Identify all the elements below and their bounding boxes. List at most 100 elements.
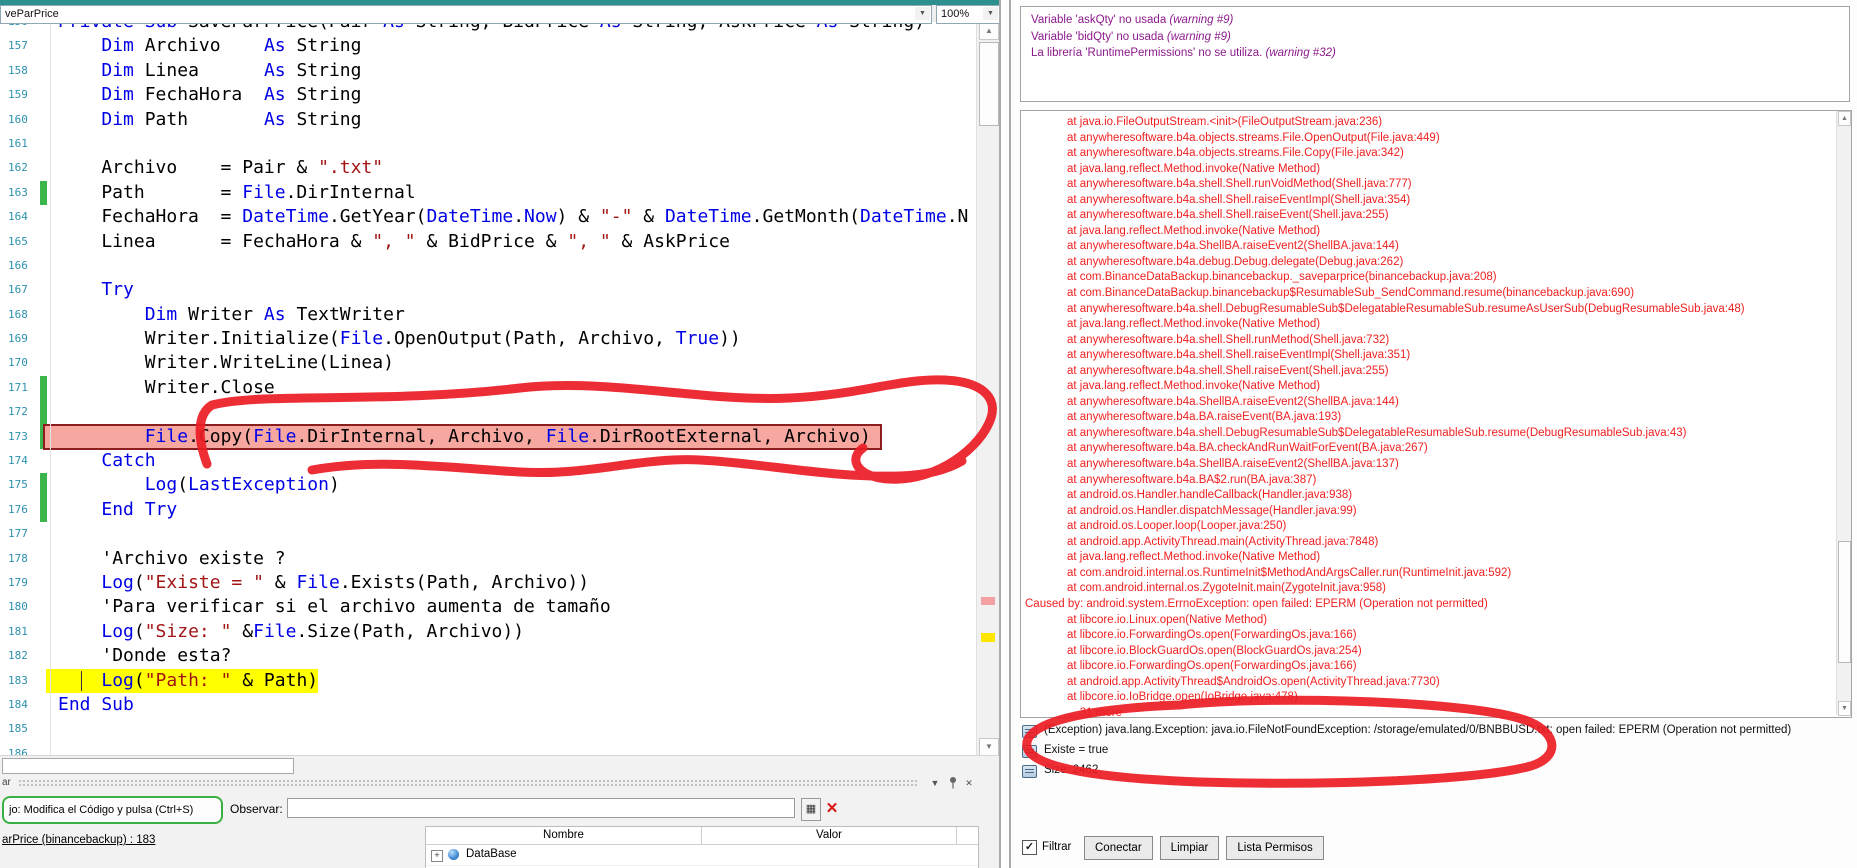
filter-checkbox[interactable]: ✓ bbox=[1022, 840, 1037, 855]
code-line[interactable]: 163 Path = File.DirInternal bbox=[0, 180, 975, 206]
expand-icon[interactable]: + bbox=[431, 850, 443, 862]
stack-trace-line: at anywheresoftware.b4a.BA.raiseEvent(BA… bbox=[1067, 411, 1342, 424]
editor-vertical-scrollbar[interactable]: ▲ ▼ bbox=[976, 22, 999, 755]
warning-number: (warning #9) bbox=[1169, 14, 1234, 26]
code-line[interactable]: 176 End Try bbox=[0, 497, 975, 523]
editor-horizontal-scrollbar[interactable] bbox=[0, 757, 976, 774]
column-header-nombre[interactable]: Nombre bbox=[426, 827, 702, 844]
code-text: Log(LastException) bbox=[144, 474, 340, 496]
log-entry-text: (Exception) java.lang.Exception: java.io… bbox=[1044, 724, 1792, 736]
log-vscroll-thumb[interactable] bbox=[1838, 541, 1851, 663]
code-line[interactable]: 171 Writer.Close bbox=[0, 375, 975, 401]
row-name: DataBase bbox=[466, 848, 517, 860]
stack-trace-line: at com.android.internal.os.RuntimeInit$M… bbox=[1067, 566, 1512, 579]
column-header-valor[interactable]: Valor bbox=[702, 827, 957, 844]
line-number: 159 bbox=[8, 88, 28, 102]
line-number: 158 bbox=[8, 63, 28, 77]
chevron-down-icon[interactable]: ▼ bbox=[983, 7, 998, 20]
code-line[interactable]: 160 Dim Path As String bbox=[0, 108, 975, 132]
code-line[interactable]: 174 Catch bbox=[0, 449, 975, 473]
code-line[interactable]: 165 Linea = FechaHora & ", " & BidPrice … bbox=[0, 230, 975, 254]
pin-icon[interactable] bbox=[946, 776, 960, 790]
code-line[interactable]: 179 Log("Existe = " & File.Exists(Path, … bbox=[0, 571, 975, 595]
warnings-panel[interactable]: Variable 'askQty' no usada (warning #9) V… bbox=[1020, 6, 1850, 102]
log-vertical-scrollbar[interactable]: ▲ ▼ bbox=[1836, 111, 1851, 716]
scroll-down-icon[interactable]: ▼ bbox=[979, 738, 999, 755]
code-line[interactable]: 180 'Para verificar si el archivo aument… bbox=[0, 595, 975, 619]
log-entry-icon bbox=[1022, 725, 1037, 738]
line-number: 186 bbox=[8, 746, 28, 755]
stack-trace-line: at anywheresoftware.b4a.shell.Shell.rais… bbox=[1067, 209, 1389, 222]
code-line[interactable]: 173 File.Copy(File.DirInternal, Archivo,… bbox=[0, 423, 975, 451]
log-entry[interactable]: (Exception) java.lang.Exception: java.io… bbox=[1020, 722, 1850, 742]
code-line[interactable]: 169 Writer.Initialize(File.OpenOutput(Pa… bbox=[0, 327, 975, 351]
stack-trace-line: at anywheresoftware.b4a.ShellBA.raiseEve… bbox=[1067, 240, 1399, 253]
code-line[interactable]: 158 Dim Linea As String bbox=[0, 59, 975, 83]
lista-permisos-button[interactable]: Lista Permisos bbox=[1226, 836, 1324, 860]
chevron-down-icon[interactable]: ▼ bbox=[915, 7, 930, 20]
code-text: Dim Path As String bbox=[101, 108, 362, 130]
line-number: 174 bbox=[8, 454, 28, 468]
code-line[interactable]: 177 bbox=[0, 522, 975, 546]
stack-trace-line: at anywheresoftware.b4a.ShellBA.raiseEve… bbox=[1067, 395, 1399, 408]
code-line[interactable]: 184 End Sub bbox=[0, 693, 975, 717]
watch-grid-button[interactable]: ▦ bbox=[801, 798, 821, 821]
code-line[interactable]: 157 Dim Archivo As String bbox=[0, 34, 975, 58]
sub-selector-dropdown[interactable]: veParPrice ▼ bbox=[0, 5, 932, 24]
code-line[interactable]: 175 Log(LastException) bbox=[0, 473, 975, 498]
warning-line: Variable 'askQty' no usada (warning #9) bbox=[1031, 14, 1849, 31]
stack-trace-line: at anywheresoftware.b4a.shell.Shell.rais… bbox=[1067, 193, 1411, 206]
log-output-panel[interactable]: at java.io.FileOutputStream.<init>(FileO… bbox=[1020, 110, 1852, 718]
pane-splitter[interactable] bbox=[999, 0, 1011, 868]
log-entry-icon bbox=[1022, 745, 1037, 758]
editor-toolbar: veParPrice ▼ 100% ▼ bbox=[0, 0, 999, 24]
code-text: Log("Path: " & Path) bbox=[46, 668, 319, 693]
table-row[interactable]: + DataBase bbox=[426, 845, 978, 866]
code-line[interactable]: 159 Dim FechaHora As String bbox=[0, 83, 975, 107]
conectar-button[interactable]: Conectar bbox=[1084, 836, 1153, 860]
code-line[interactable]: 166 bbox=[0, 254, 975, 278]
log-entry[interactable]: Existe = true bbox=[1020, 742, 1850, 762]
chevron-down-icon[interactable]: ▼ bbox=[928, 776, 942, 790]
line-number: 178 bbox=[8, 551, 28, 565]
code-line[interactable]: 161 bbox=[0, 132, 975, 156]
watch-clear-button[interactable]: ✕ bbox=[823, 798, 841, 819]
code-line[interactable]: 182 'Donde esta? bbox=[0, 644, 975, 668]
scroll-up-icon[interactable]: ▲ bbox=[1838, 111, 1851, 126]
code-line[interactable]: 168 Dim Writer As TextWriter bbox=[0, 303, 975, 327]
scroll-down-icon[interactable]: ▼ bbox=[1838, 701, 1851, 716]
scrollbar-error-mark[interactable] bbox=[981, 597, 995, 605]
scrollbar-highlight-mark[interactable] bbox=[981, 633, 995, 642]
zoom-dropdown[interactable]: 100% ▼ bbox=[936, 5, 999, 24]
line-number: 175 bbox=[8, 478, 28, 492]
code-editor-pane: 156Private Sub SaveParPrice(Pair As Stri… bbox=[0, 0, 1009, 868]
editor-surface[interactable]: 156Private Sub SaveParPrice(Pair As Stri… bbox=[0, 0, 999, 755]
code-line[interactable]: 183 Log("Path: " & Path) bbox=[0, 668, 975, 693]
code-line[interactable]: 167 Try bbox=[0, 278, 975, 302]
code-text: End Sub bbox=[58, 693, 134, 715]
code-line[interactable]: 185 bbox=[0, 717, 975, 741]
log-entries: (Exception) java.lang.Exception: java.io… bbox=[1020, 722, 1850, 782]
code-text: Dim Linea As String bbox=[101, 59, 362, 81]
log-entry[interactable]: Size: 2462 bbox=[1020, 762, 1850, 782]
stack-trace-line: at java.lang.reflect.Method.invoke(Nativ… bbox=[1067, 551, 1321, 564]
limpiar-button[interactable]: Limpiar bbox=[1159, 836, 1220, 860]
editor-vscroll-thumb[interactable] bbox=[979, 42, 999, 126]
code-line[interactable]: 164 FechaHora = DateTime.GetYear(DateTim… bbox=[0, 205, 975, 229]
stack-trace-line: at android.os.Looper.loop(Looper.java:25… bbox=[1067, 520, 1287, 533]
code-line[interactable]: 181 Log("Size: " &File.Size(Path, Archiv… bbox=[0, 620, 975, 644]
call-stack-link[interactable]: arPrice (binancebackup) : 183 bbox=[2, 834, 155, 846]
code-line[interactable]: 186 bbox=[0, 742, 975, 755]
close-icon[interactable]: ✕ bbox=[962, 776, 976, 790]
code-line[interactable]: 170 Writer.WriteLine(Linea) bbox=[0, 351, 975, 375]
stack-trace-line: at android.os.Handler.handleCallback(Han… bbox=[1067, 489, 1353, 502]
editor-hscroll-thumb[interactable] bbox=[2, 758, 294, 774]
warnings-list: Variable 'askQty' no usada (warning #9) V… bbox=[1031, 14, 1849, 64]
scroll-up-icon[interactable]: ▲ bbox=[979, 22, 999, 40]
code-line[interactable]: 172 bbox=[0, 400, 975, 425]
code-line[interactable]: 162 Archivo = Pair & ".txt" bbox=[0, 156, 975, 180]
dock-title-bar[interactable]: ar ▼ ✕ bbox=[0, 776, 999, 791]
watch-input[interactable] bbox=[287, 798, 795, 818]
code-line[interactable]: 178 'Archivo existe ? bbox=[0, 547, 975, 571]
stack-trace-line: at android.os.Handler.dispatchMessage(Ha… bbox=[1067, 504, 1357, 517]
